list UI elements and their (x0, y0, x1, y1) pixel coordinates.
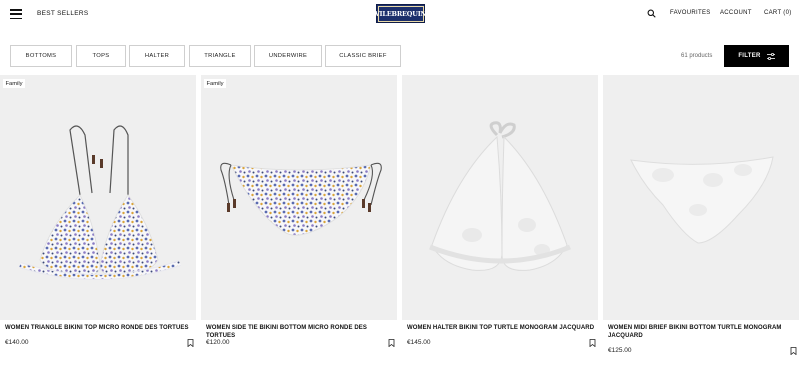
family-tag: Family (3, 79, 26, 88)
product-card[interactable]: WOMEN HALTER BIKINI TOP TURTLE MONOGRAM … (402, 75, 598, 366)
family-tag: Family (204, 79, 227, 88)
filter-chip-tops[interactable]: TOPS (76, 45, 126, 67)
bookmark-icon[interactable] (790, 347, 797, 355)
nav-favourites[interactable]: FAVOURITES (670, 10, 711, 16)
product-title[interactable]: WOMEN MIDI BRIEF BIKINI BOTTOM TURTLE MO… (608, 325, 798, 340)
filter-chip-classic-brief[interactable]: CLASSIC BRIEF (325, 45, 401, 67)
product-image[interactable] (603, 75, 799, 320)
nav-best-sellers[interactable]: BEST SELLERS (37, 10, 89, 17)
product-image[interactable]: Family (201, 75, 397, 320)
product-image[interactable]: Family (0, 75, 196, 320)
nav-account[interactable]: ACCOUNT (720, 10, 752, 16)
logo-text: VILEBREQUIN (374, 9, 427, 18)
filter-chip-halter[interactable]: HALTER (129, 45, 185, 67)
halter-bikini-top-illustration (429, 121, 571, 271)
nav-cart[interactable]: CART (0) (764, 10, 792, 16)
product-price: €125.00 (608, 347, 632, 354)
product-title[interactable]: WOMEN SIDE TIE BIKINI BOTTOM MICRO RONDE… (206, 325, 396, 340)
bookmark-icon[interactable] (589, 339, 596, 347)
search-icon[interactable] (647, 9, 656, 18)
product-image[interactable] (402, 75, 598, 320)
product-price: €120.00 (206, 339, 230, 346)
triangle-bikini-top-illustration (19, 125, 181, 280)
logo-frame: VILEBREQUIN (374, 5, 427, 22)
product-title[interactable]: WOMEN HALTER BIKINI TOP TURTLE MONOGRAM … (407, 325, 597, 333)
sliders-icon (766, 52, 775, 60)
filter-button[interactable]: FILTER (724, 45, 789, 67)
filter-button-label: FILTER (738, 53, 761, 59)
hamburger-menu-icon[interactable] (10, 9, 22, 20)
brand-logo[interactable]: VILEBREQUIN (374, 4, 427, 23)
product-card[interactable]: Family WOMEN SIDE TIE BIKINI BOTTOM MICR… (201, 75, 397, 366)
product-card[interactable]: Family WOMEN TRIANGLE BIKINI TOP MICRO R… (0, 75, 196, 366)
product-price: €140.00 (5, 339, 29, 346)
bookmark-icon[interactable] (187, 339, 194, 347)
filter-chip-bottoms[interactable]: BOTTOMS (10, 45, 72, 67)
bookmark-icon[interactable] (388, 339, 395, 347)
product-card[interactable]: WOMEN MIDI BRIEF BIKINI BOTTOM TURTLE MO… (603, 75, 799, 366)
product-count: 61 products (681, 53, 713, 59)
site-header: BEST SELLERS VILEBREQUIN FAVOURITES ACCO… (0, 0, 800, 30)
midi-brief-bikini-bottom-illustration (630, 156, 774, 244)
filter-chip-triangle[interactable]: TRIANGLE (189, 45, 251, 67)
product-title[interactable]: WOMEN TRIANGLE BIKINI TOP MICRO RONDE DE… (5, 325, 195, 333)
filter-chip-underwire[interactable]: UNDERWIRE (254, 45, 322, 67)
product-price: €145.00 (407, 339, 431, 346)
side-tie-bikini-bottom-illustration (220, 162, 382, 236)
